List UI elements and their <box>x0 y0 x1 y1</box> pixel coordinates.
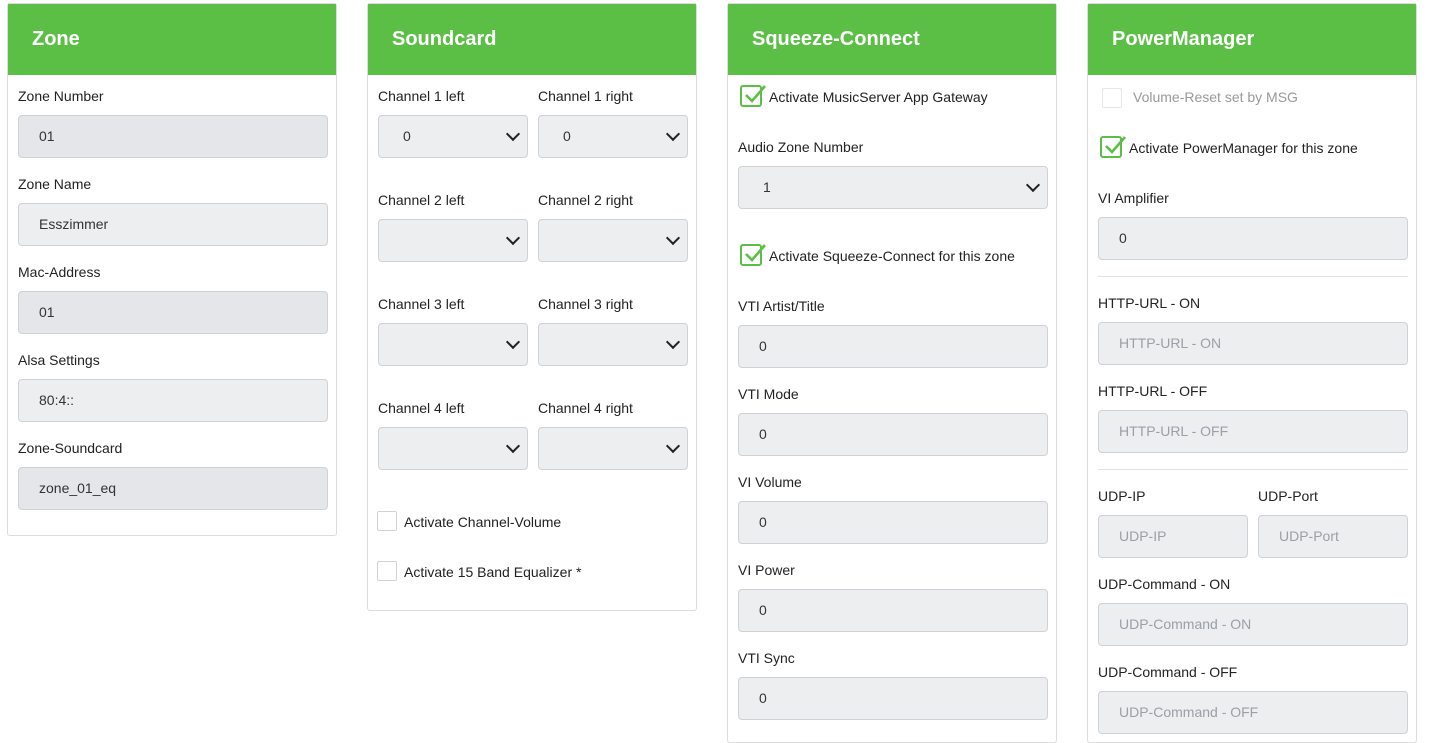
udp-command-off-field[interactable]: UDP-Command - OFF <box>1098 691 1408 734</box>
volume-reset-checkbox[interactable] <box>1102 88 1122 108</box>
channel-1-right-select[interactable]: 0 <box>538 115 688 158</box>
zone-number-label: Zone Number <box>18 88 104 104</box>
vi-power-label: VI Power <box>738 562 795 578</box>
channel-4-right-label: Channel 4 right <box>538 400 633 416</box>
audio-zone-number-select[interactable]: 1 <box>738 166 1048 209</box>
channel-3-right-select[interactable] <box>538 323 688 366</box>
gateway-checkbox[interactable] <box>740 85 766 107</box>
chevron-down-icon <box>505 230 521 246</box>
divider <box>1098 276 1408 277</box>
channel-1-left-select[interactable]: 0 <box>378 115 528 158</box>
powermanager-card-title: PowerManager <box>1088 4 1416 75</box>
channel-1-right-value: 0 <box>563 128 571 144</box>
http-url-on-label: HTTP-URL - ON <box>1098 295 1201 311</box>
channel-1-left-value: 0 <box>403 128 411 144</box>
vti-mode-field[interactable]: 0 <box>738 413 1048 456</box>
vti-artist-title-label: VTI Artist/Title <box>738 298 825 314</box>
vti-sync-field[interactable]: 0 <box>738 677 1048 720</box>
channel-volume-checkbox[interactable] <box>377 511 397 531</box>
vti-artist-title-field[interactable]: 0 <box>738 325 1048 368</box>
chevron-down-icon <box>505 126 521 142</box>
udp-port-field[interactable]: UDP-Port <box>1258 515 1408 558</box>
http-url-off-field[interactable]: HTTP-URL - OFF <box>1098 410 1408 453</box>
vti-sync-label: VTI Sync <box>738 650 795 666</box>
volume-reset-label: Volume-Reset set by MSG <box>1133 89 1298 105</box>
check-icon <box>745 85 766 103</box>
check-icon <box>745 244 766 262</box>
alsa-settings-field[interactable]: 80:4:: <box>18 379 328 422</box>
squeeze-connect-card-title: Squeeze-Connect <box>728 4 1056 75</box>
mac-address-label: Mac-Address <box>18 264 101 280</box>
udp-command-on-label: UDP-Command - ON <box>1098 576 1231 592</box>
chevron-down-icon <box>665 126 681 142</box>
zone-soundcard-field: zone_01_eq <box>18 467 328 510</box>
equalizer-checkbox[interactable] <box>377 561 397 581</box>
activate-powermanager-label: Activate PowerManager for this zone <box>1129 140 1358 156</box>
channel-1-right-label: Channel 1 right <box>538 88 633 104</box>
channel-2-left-label: Channel 2 left <box>378 192 465 208</box>
channel-3-left-label: Channel 3 left <box>378 296 465 312</box>
channel-2-left-select[interactable] <box>378 219 528 262</box>
mac-address-field: 01 <box>18 291 328 334</box>
udp-command-on-field[interactable]: UDP-Command - ON <box>1098 603 1408 646</box>
zone-name-label: Zone Name <box>18 176 92 192</box>
gateway-label: Activate MusicServer App Gateway <box>769 89 988 105</box>
vi-amplifier-field[interactable]: 0 <box>1098 217 1408 260</box>
channel-3-left-select[interactable] <box>378 323 528 366</box>
zone-card: Zone Zone Number 01 Zone Name Esszimmer … <box>7 3 337 536</box>
check-icon <box>1105 136 1126 154</box>
activate-squeeze-checkbox[interactable] <box>740 244 766 266</box>
chevron-down-icon <box>1025 177 1041 193</box>
http-url-on-field[interactable]: HTTP-URL - ON <box>1098 322 1408 365</box>
powermanager-card: PowerManager Volume-Reset set by MSG Act… <box>1087 3 1417 743</box>
udp-ip-label: UDP-IP <box>1098 488 1146 504</box>
channel-2-right-label: Channel 2 right <box>538 192 633 208</box>
zone-soundcard-label: Zone-Soundcard <box>18 440 123 456</box>
chevron-down-icon <box>665 230 681 246</box>
zone-card-title: Zone <box>8 4 336 75</box>
chevron-down-icon <box>665 438 681 454</box>
channel-volume-label: Activate Channel-Volume <box>404 514 562 530</box>
channel-2-right-select[interactable] <box>538 219 688 262</box>
divider <box>1098 469 1408 470</box>
chevron-down-icon <box>665 334 681 350</box>
udp-ip-field[interactable]: UDP-IP <box>1098 515 1248 558</box>
zone-name-field[interactable]: Esszimmer <box>18 203 328 246</box>
zone-number-field: 01 <box>18 115 328 158</box>
vi-volume-field[interactable]: 0 <box>738 501 1048 544</box>
udp-command-off-label: UDP-Command - OFF <box>1098 664 1238 680</box>
channel-4-right-select[interactable] <box>538 427 688 470</box>
channel-4-left-select[interactable] <box>378 427 528 470</box>
vti-mode-label: VTI Mode <box>738 386 799 402</box>
chevron-down-icon <box>505 438 521 454</box>
soundcard-card: Soundcard Channel 1 left Channel 1 right… <box>367 3 697 611</box>
audio-zone-number-value: 1 <box>763 179 771 195</box>
http-url-off-label: HTTP-URL - OFF <box>1098 383 1208 399</box>
channel-4-left-label: Channel 4 left <box>378 400 465 416</box>
soundcard-card-title: Soundcard <box>368 4 696 75</box>
alsa-settings-label: Alsa Settings <box>18 352 100 368</box>
squeeze-connect-card: Squeeze-Connect Activate MusicServer App… <box>727 3 1057 743</box>
vi-amplifier-label: VI Amplifier <box>1098 190 1169 206</box>
activate-powermanager-checkbox[interactable] <box>1100 136 1126 158</box>
equalizer-label: Activate 15 Band Equalizer * <box>404 564 582 580</box>
udp-port-label: UDP-Port <box>1258 488 1318 504</box>
channel-3-right-label: Channel 3 right <box>538 296 633 312</box>
chevron-down-icon <box>505 334 521 350</box>
channel-1-left-label: Channel 1 left <box>378 88 465 104</box>
vi-volume-label: VI Volume <box>738 474 802 490</box>
vi-power-field[interactable]: 0 <box>738 589 1048 632</box>
audio-zone-number-label: Audio Zone Number <box>738 139 864 155</box>
activate-squeeze-label: Activate Squeeze-Connect for this zone <box>769 248 1015 264</box>
